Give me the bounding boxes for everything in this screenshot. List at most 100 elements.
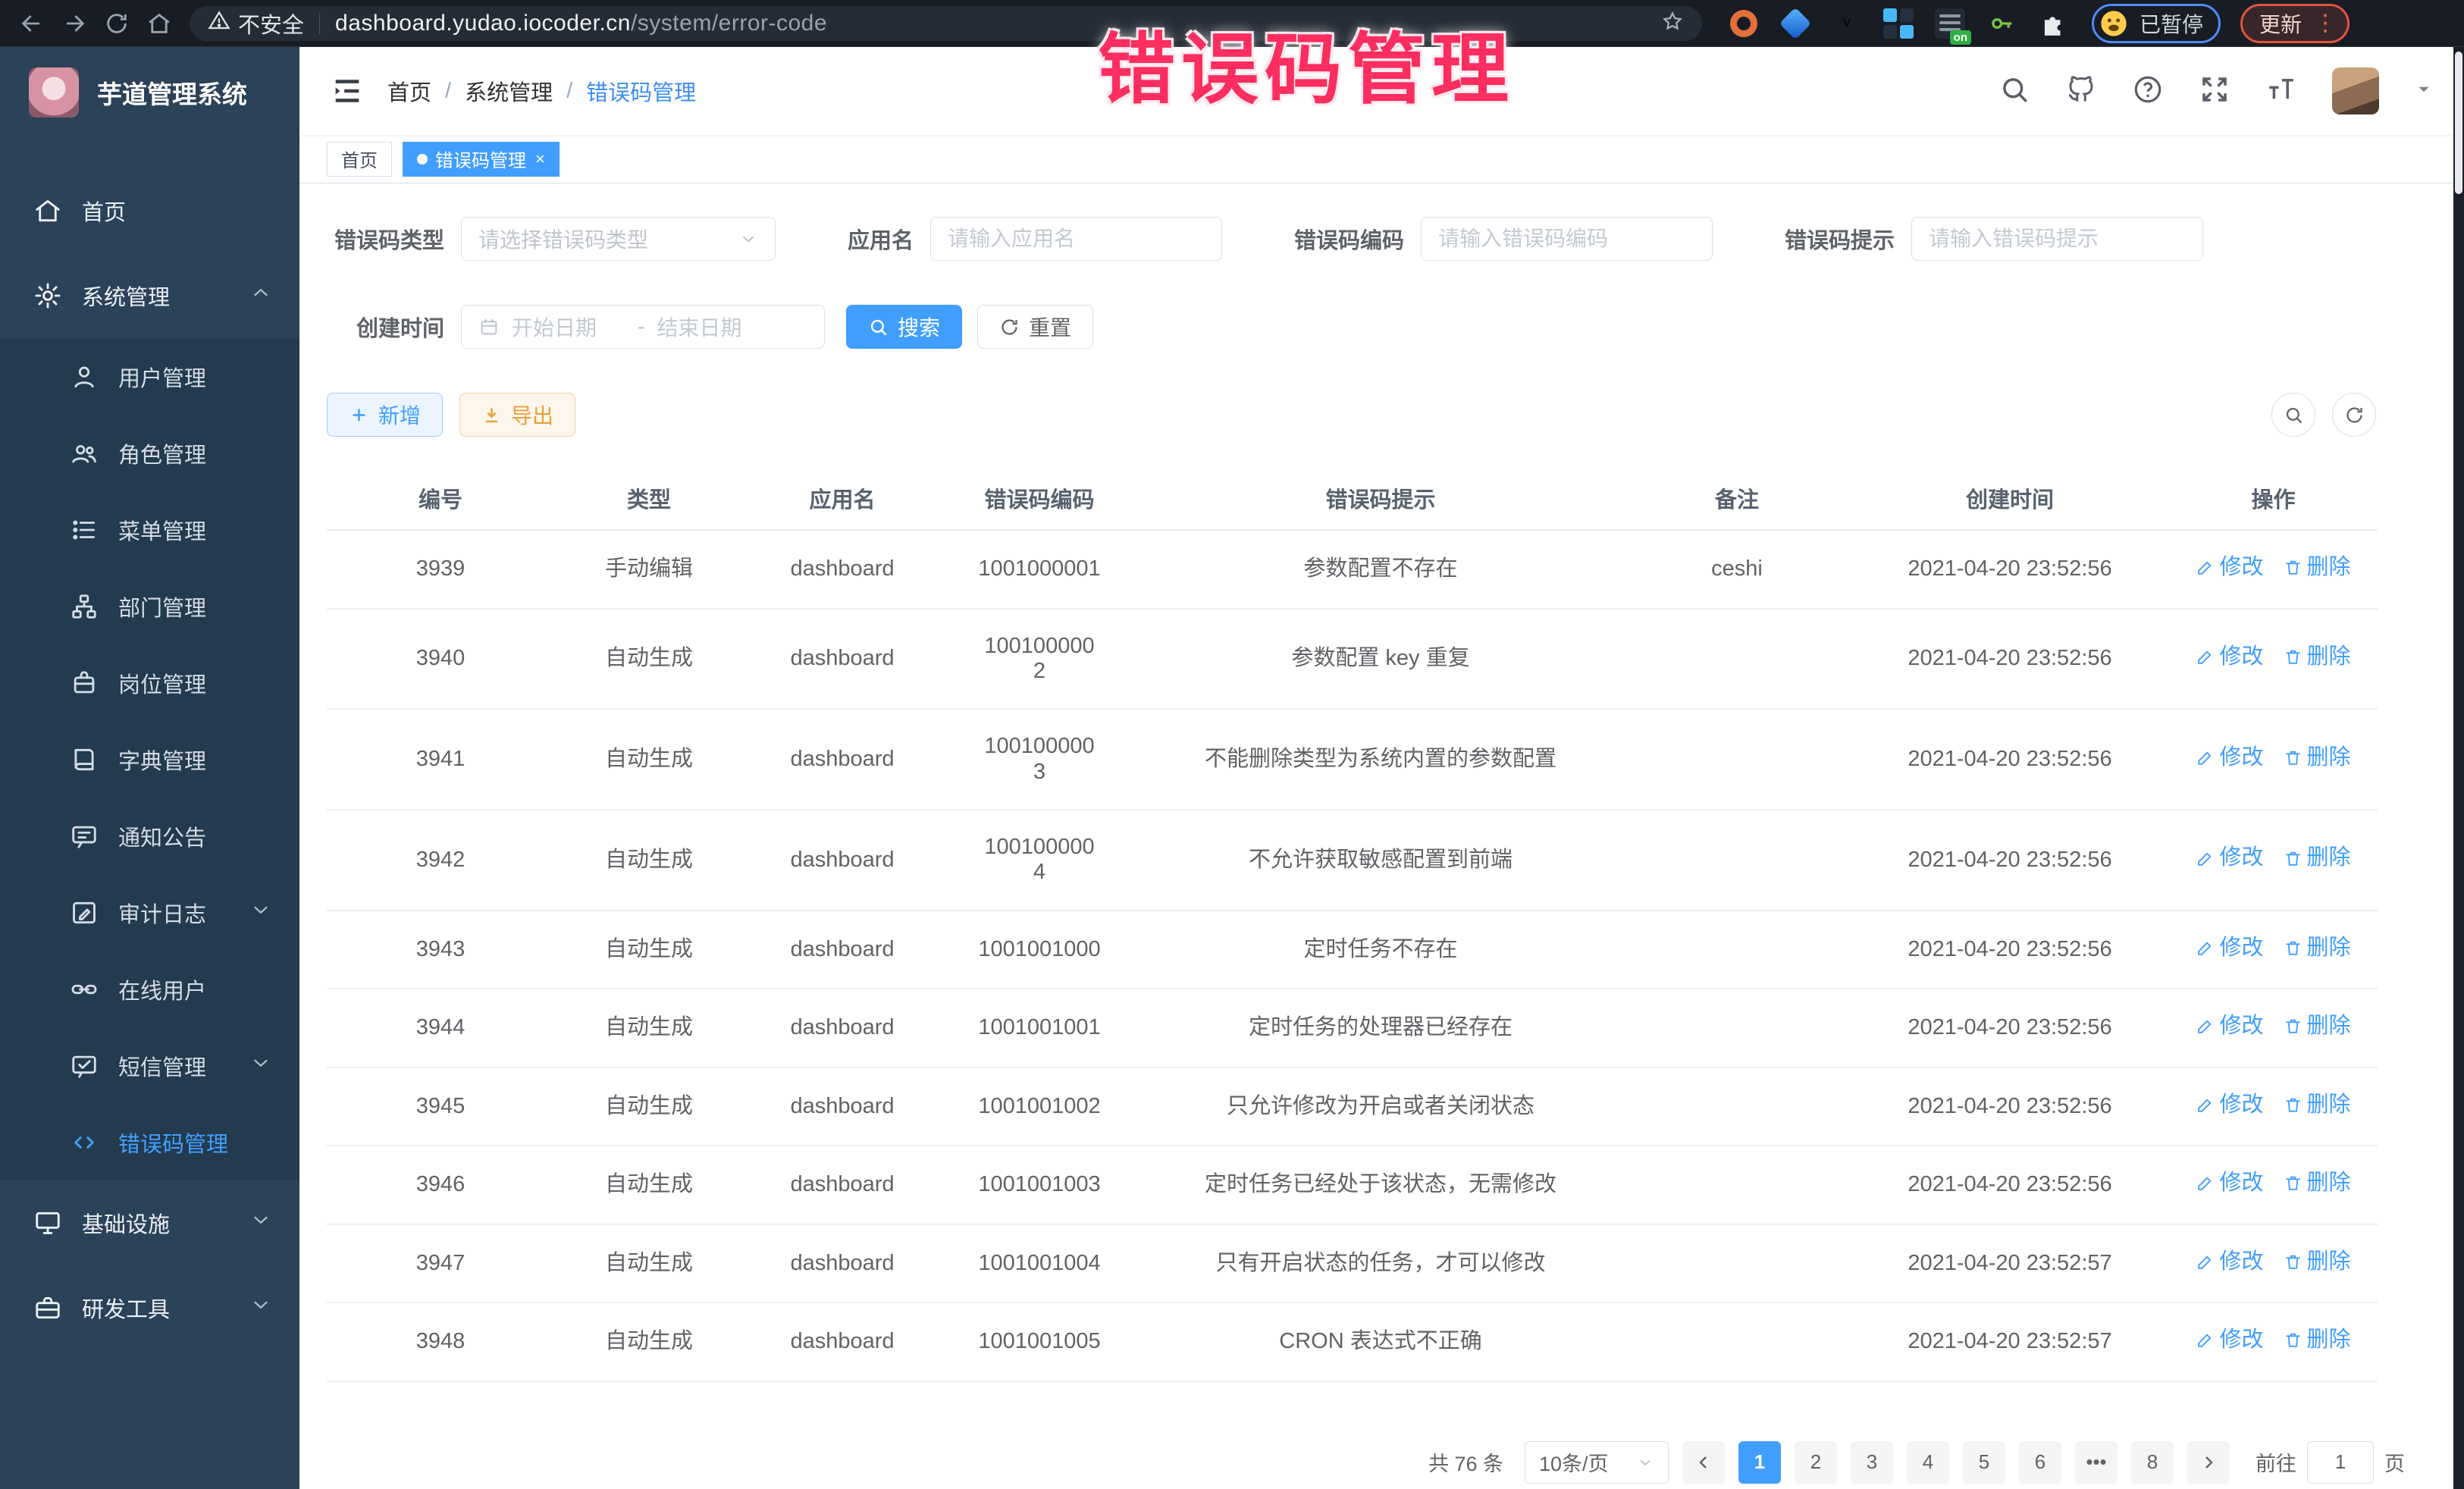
breadcrumb-item-1[interactable]: 系统管理: [465, 75, 553, 107]
table-row: 3946自动生成dashboard1001001003定时任务已经处于该状态，无…: [327, 1146, 2378, 1224]
puzzle-icon[interactable]: [2037, 8, 2069, 39]
edit-link[interactable]: 修改: [2196, 1092, 2263, 1118]
show-search-button[interactable]: [2271, 393, 2315, 437]
error-hint-input[interactable]: [1929, 227, 2186, 251]
forward-icon[interactable]: [53, 2, 96, 45]
security-label[interactable]: 不安全: [238, 8, 304, 39]
sidebar-item-2[interactable]: 用户管理: [0, 338, 299, 415]
sidebar-item-3[interactable]: 角色管理: [0, 415, 299, 491]
delete-link[interactable]: 删除: [2284, 1249, 2351, 1274]
search-button[interactable]: 搜索: [846, 305, 962, 349]
page-ellipsis[interactable]: •••: [2075, 1441, 2118, 1484]
hamburger-icon[interactable]: [330, 74, 365, 108]
page-button-6[interactable]: 6: [2019, 1441, 2061, 1484]
export-button[interactable]: 导出: [459, 393, 575, 437]
sidebar-item-1[interactable]: 系统管理: [0, 253, 299, 338]
sidebar-item-9[interactable]: 审计日志: [0, 874, 299, 951]
update-chip[interactable]: 更新 ⋮: [2240, 4, 2350, 43]
sidebar-item-6[interactable]: 岗位管理: [0, 644, 299, 721]
sidebar-item-0[interactable]: 首页: [0, 168, 299, 253]
dark-list-on-icon[interactable]: on: [1934, 8, 1966, 39]
sidebar-item-7[interactable]: 字典管理: [0, 721, 299, 798]
tab-error-code[interactable]: 错误码管理 ×: [403, 142, 560, 177]
app-name-input[interactable]: [948, 227, 1205, 251]
cell-hint: 定时任务的处理器已经存在: [1138, 989, 1623, 1067]
back-icon[interactable]: [11, 2, 53, 45]
next-page-button[interactable]: [2187, 1441, 2230, 1484]
profile-paused-chip[interactable]: 已暂停: [2092, 4, 2221, 43]
prev-page-button[interactable]: [1682, 1441, 1725, 1484]
date-range-picker[interactable]: 开始日期 - 结束日期: [461, 305, 825, 349]
grid-icon[interactable]: [1882, 8, 1914, 39]
sidebar-item-10[interactable]: 在线用户: [0, 951, 299, 1027]
goto-page-input[interactable]: [2307, 1441, 2374, 1484]
refresh-table-button[interactable]: [2332, 393, 2376, 437]
delete-link[interactable]: 删除: [2284, 745, 2351, 770]
cell-code: 1001000001: [941, 530, 1138, 609]
delete-link[interactable]: 删除: [2284, 644, 2351, 669]
refresh-icon[interactable]: [96, 2, 138, 45]
github-icon[interactable]: [2065, 74, 2097, 109]
tab-home[interactable]: 首页: [327, 142, 392, 177]
page-button-5[interactable]: 5: [1963, 1441, 2005, 1484]
user-avatar[interactable]: [2332, 67, 2379, 114]
orange-ring-icon[interactable]: [1728, 8, 1760, 39]
page-button-3[interactable]: 3: [1851, 1441, 1893, 1484]
green-v-icon[interactable]: V: [1831, 8, 1863, 39]
edit-link[interactable]: 修改: [2196, 1249, 2263, 1274]
error-type-select[interactable]: 请选择错误码类型: [461, 217, 776, 261]
app-logo-row[interactable]: 芋道管理系统: [0, 47, 299, 138]
close-icon[interactable]: ×: [535, 149, 545, 169]
edit-link[interactable]: 修改: [2196, 1014, 2263, 1039]
table-row: 3944自动生成dashboard1001001001定时任务的处理器已经存在2…: [327, 989, 2378, 1067]
sidebar-item-12[interactable]: 错误码管理: [0, 1104, 299, 1180]
delete-link[interactable]: 删除: [2284, 845, 2351, 870]
help-icon[interactable]: [2132, 74, 2164, 109]
sidebar-item-14[interactable]: 研发工具: [0, 1265, 299, 1350]
page-button-1[interactable]: 1: [1738, 1441, 1781, 1484]
scrollbar-thumb[interactable]: [2455, 52, 2462, 194]
delete-link[interactable]: 删除: [2284, 936, 2351, 961]
header-search-icon[interactable]: [1998, 74, 2030, 109]
add-button[interactable]: 新增: [327, 393, 443, 437]
delete-link[interactable]: 删除: [2284, 1014, 2351, 1039]
page-button-8[interactable]: 8: [2131, 1441, 2174, 1484]
edit-link[interactable]: 修改: [2196, 1328, 2263, 1353]
edit-link[interactable]: 修改: [2196, 555, 2263, 580]
font-size-icon[interactable]: [2265, 74, 2297, 109]
sidebar-item-4[interactable]: 菜单管理: [0, 491, 299, 568]
chevron-down-icon[interactable]: [2414, 80, 2434, 103]
sidebar-item-8[interactable]: 通知公告: [0, 798, 299, 874]
edit-link[interactable]: 修改: [2196, 845, 2263, 870]
edit-link[interactable]: 修改: [2196, 936, 2263, 961]
menu-dots-icon[interactable]: ⋮: [2314, 12, 2337, 35]
green-key-icon[interactable]: [1986, 8, 2017, 39]
delete-link[interactable]: 删除: [2284, 1092, 2351, 1118]
cell-hint: 定时任务不存在: [1138, 911, 1623, 989]
error-code-input[interactable]: [1438, 227, 1695, 251]
page-size-select[interactable]: 10条/页: [1525, 1441, 1669, 1484]
blue-gem-icon[interactable]: [1779, 8, 1811, 39]
page-button-4[interactable]: 4: [1907, 1441, 1949, 1484]
breadcrumb-item-0[interactable]: 首页: [387, 75, 431, 107]
update-button[interactable]: 更新: [2259, 8, 2302, 39]
delete-link[interactable]: 删除: [2284, 555, 2351, 580]
bookmark-star-icon[interactable]: [1661, 10, 1684, 36]
page-scrollbar[interactable]: [2453, 47, 2464, 1489]
error-code-table: 编号类型应用名错误码编码错误码提示备注创建时间操作 3939手动编辑dashbo…: [327, 467, 2378, 1382]
edit-link[interactable]: 修改: [2196, 644, 2263, 669]
cell-code: 1001001005: [941, 1302, 1138, 1381]
delete-link[interactable]: 删除: [2284, 1171, 2351, 1196]
cell-type: 自动生成: [554, 1146, 744, 1224]
edit-link[interactable]: 修改: [2196, 745, 2263, 770]
edit-link[interactable]: 修改: [2196, 1171, 2263, 1196]
delete-link[interactable]: 删除: [2284, 1328, 2351, 1353]
reset-button[interactable]: 重置: [977, 305, 1093, 349]
cell-hint: CRON 表达式不正确: [1138, 1302, 1623, 1381]
page-button-2[interactable]: 2: [1795, 1441, 1837, 1484]
home-icon[interactable]: [138, 2, 180, 45]
sidebar-item-11[interactable]: 短信管理: [0, 1027, 299, 1104]
sidebar-item-13[interactable]: 基础设施: [0, 1180, 299, 1265]
sidebar-item-5[interactable]: 部门管理: [0, 568, 299, 644]
fullscreen-icon[interactable]: [2199, 74, 2230, 109]
